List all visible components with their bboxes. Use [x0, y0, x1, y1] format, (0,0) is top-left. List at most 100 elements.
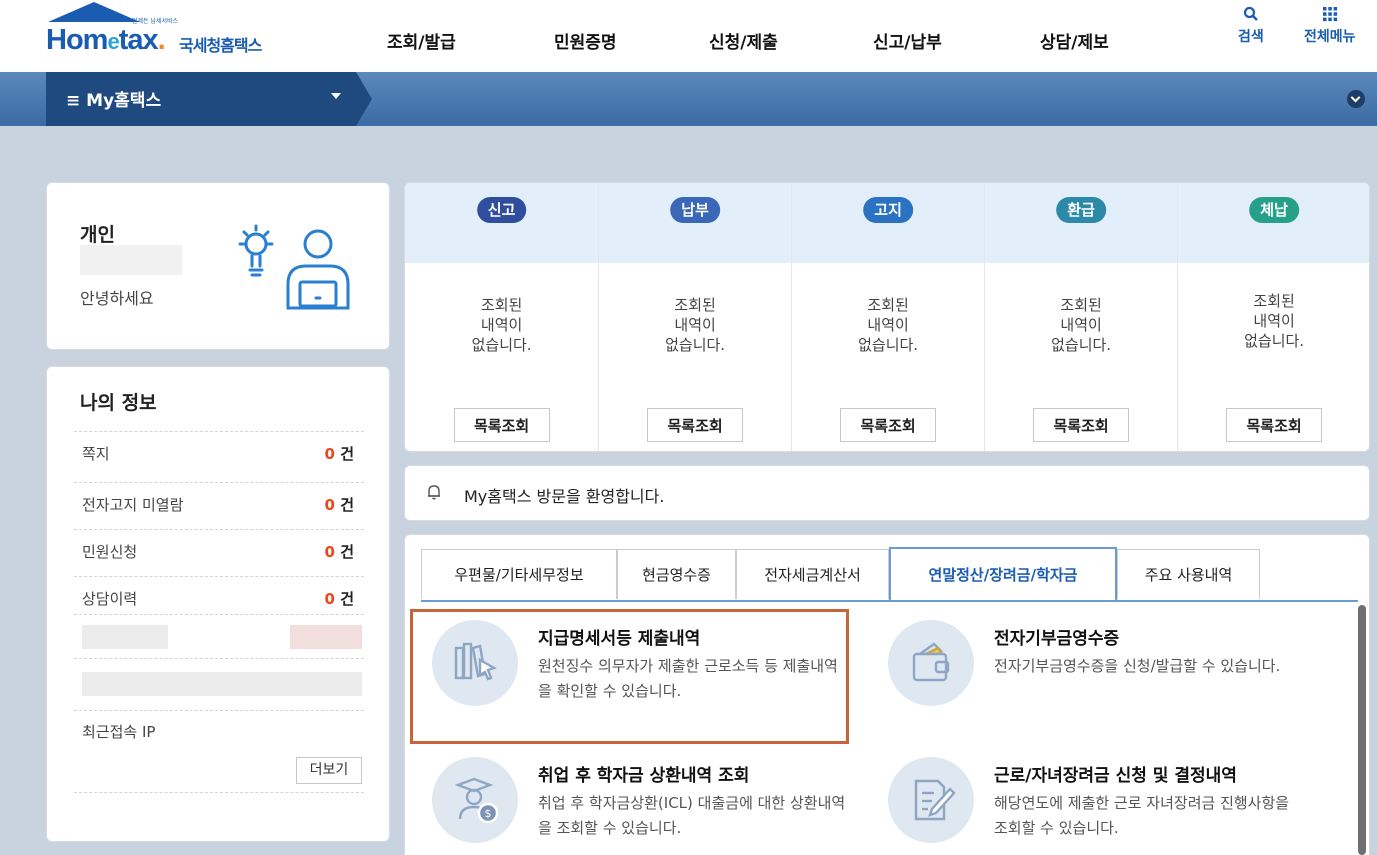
service-student-loan[interactable]: $ 취업 후 학자금 상환내역 조회 취업 후 학자금상환(ICL) 대출금에 … [432, 757, 852, 853]
badge-payment: 납부 [670, 197, 720, 223]
msg-line: 조회된 [674, 296, 716, 314]
badge-report: 신고 [476, 197, 527, 223]
user-type-label: 개인 [80, 224, 115, 246]
msg-line: 내역이 [867, 316, 909, 334]
logo-dot: . [157, 24, 166, 56]
info-count: 0 건 [325, 443, 354, 464]
recent-ip-label: 최근접속 IP [82, 723, 156, 741]
logo-word-e: e [107, 29, 119, 54]
user-name-blurred [80, 245, 182, 275]
count-number: 0 [324, 590, 335, 608]
msg-line: 없습니다. [665, 336, 726, 354]
search-button[interactable]: 검색 [1238, 6, 1264, 46]
info-count: 0 건 [325, 588, 354, 609]
logo-korean: 국세청홈택스 [179, 36, 262, 55]
caret-down-icon [331, 93, 341, 99]
header: 언제든 납세서비스 Hometax. 국세청홈택스 조회/발급 민원증명 신청/… [0, 0, 1377, 72]
count-unit: 건 [334, 590, 354, 608]
hometax-logo[interactable]: 언제든 납세서비스 Hometax. 국세청홈택스 [46, 2, 306, 62]
expand-circle-icon[interactable] [1347, 90, 1365, 108]
service-title: 취업 후 학자금 상환내역 조회 [538, 766, 750, 786]
badge-arrears: 체납 [1249, 197, 1299, 223]
tab-underline [421, 600, 1358, 602]
nav-application[interactable]: 신청/제출 [709, 28, 778, 53]
info-label: 전자고지 미열람 [82, 496, 184, 514]
status-head [599, 183, 792, 263]
status-head [1178, 183, 1369, 263]
info-label: 민원신청 [82, 543, 138, 561]
count-number: 0 [324, 445, 335, 463]
status-empty-msg: 조회된내역이없습니다. [405, 295, 598, 355]
list-view-button-report[interactable]: 목록조회 [453, 408, 550, 442]
info-count: 0 건 [325, 494, 354, 515]
nav-certificate[interactable]: 민원증명 [554, 28, 617, 53]
count-unit: 건 [334, 496, 354, 514]
blurred-text [82, 625, 168, 649]
my-tab-arrow-shape [356, 72, 372, 126]
info-row-unread-notices[interactable]: 전자고지 미열람 0 건 [74, 482, 364, 516]
msg-line: 조회된 [867, 296, 909, 314]
search-icon [1238, 6, 1264, 26]
tab-year-end-settlement[interactable]: 연말정산/장려금/학자금 [889, 547, 1117, 601]
info-divider [74, 792, 364, 793]
status-head [405, 183, 599, 263]
msg-line: 내역이 [1060, 316, 1102, 334]
msg-line: 조회된 [480, 296, 523, 314]
nav-consult[interactable]: 상담/제보 [1040, 28, 1109, 53]
list-view-button-payment[interactable]: 목록조회 [647, 408, 744, 442]
list-view-button-refund[interactable]: 목록조회 [1033, 408, 1130, 442]
my-info-title: 나의 정보 [80, 392, 157, 414]
status-col-refund: 환급 조회된 내역이 없습니다. 목록조회 [984, 183, 1178, 451]
list-view-button-notice[interactable]: 목록조회 [840, 408, 937, 442]
search-label: 검색 [1238, 29, 1264, 45]
status-head [792, 183, 985, 263]
list-view-button-arrears[interactable]: 목록조회 [1226, 408, 1323, 442]
info-label: 상담이력 [82, 590, 138, 608]
status-empty-msg: 조회된 내역이 없습니다. [985, 295, 1177, 355]
count-unit: 건 [334, 543, 354, 561]
msg-line: 조회된 [1253, 292, 1295, 310]
highlight-box [410, 609, 849, 744]
info-row-consult-history[interactable]: 상담이력 0 건 [74, 576, 364, 610]
my-hometax-title: ≡ My홈택스 [66, 91, 162, 111]
msg-line: 내역이 [480, 316, 523, 334]
all-menu-button[interactable]: 전체메뉴 [1304, 6, 1356, 46]
info-row-messages[interactable]: 쪽지 0 건 [74, 431, 364, 465]
service-desc: 전자기부금영수증을 신청/발급할 수 있습니다. [994, 657, 1281, 675]
service-incentive[interactable]: 근로/자녀장려금 신청 및 결정내역 해당연도에 제출한 근로 자녀장려금 진행… [888, 757, 1308, 853]
service-title: 근로/자녀장려금 신청 및 결정내역 [994, 766, 1237, 786]
badge-refund: 환급 [1056, 197, 1106, 223]
blurred-text [82, 672, 362, 696]
nav-report-payment[interactable]: 신고/납부 [873, 28, 942, 53]
status-empty-msg: 조회된 내역이 없습니다. [1178, 291, 1369, 351]
tab-usage-history[interactable]: 주요 사용내역 [1117, 549, 1260, 599]
user-lightbulb-icon [236, 222, 356, 312]
status-col-arrears: 체납 조회된 내역이 없습니다. 목록조회 [1177, 183, 1369, 451]
count-number: 0 [324, 543, 335, 561]
welcome-text: My홈택스 방문을 환영합니다. [464, 487, 665, 506]
tab-mail-tax-info[interactable]: 우편물/기타세무정보 [421, 549, 617, 599]
info-row-civil-requests[interactable]: 민원신청 0 건 [74, 529, 364, 563]
service-desc: 해당연도에 제출한 근로 자녀장려금 진행사항을 조회할 수 있습니다. [994, 794, 1290, 837]
all-menu-label: 전체메뉴 [1304, 29, 1356, 45]
panel-scrollbar[interactable] [1358, 605, 1366, 855]
badge-notice: 고지 [863, 197, 913, 223]
msg-line: 없습니다. [471, 336, 532, 354]
status-col-payment: 납부 조회된 내역이 없습니다. 목록조회 [598, 183, 792, 451]
msg-line: 조회된 [1060, 296, 1102, 314]
greeting-text: 안녕하세요 [80, 289, 154, 308]
more-button[interactable]: 더보기 [296, 757, 362, 784]
svg-text:$: $ [485, 807, 492, 820]
tab-cash-receipt[interactable]: 현금영수증 [617, 549, 736, 599]
count-unit: 건 [334, 445, 354, 463]
msg-line: 없습니다. [858, 336, 919, 354]
info-label: 쪽지 [82, 445, 110, 463]
status-empty-msg: 조회된내역이없습니다. [792, 295, 984, 355]
msg-line: 내역이 [1253, 312, 1295, 330]
nav-inquiry[interactable]: 조회/발급 [387, 28, 456, 53]
status-col-notice: 고지 조회된내역이없습니다. 목록조회 [791, 183, 985, 451]
document-pen-icon [888, 757, 974, 843]
service-e-donation-receipt[interactable]: 전자기부금영수증 전자기부금영수증을 신청/발급할 수 있습니다. [888, 620, 1308, 716]
tab-e-tax-invoice[interactable]: 전자세금계산서 [736, 549, 889, 599]
count-number: 0 [324, 496, 335, 514]
